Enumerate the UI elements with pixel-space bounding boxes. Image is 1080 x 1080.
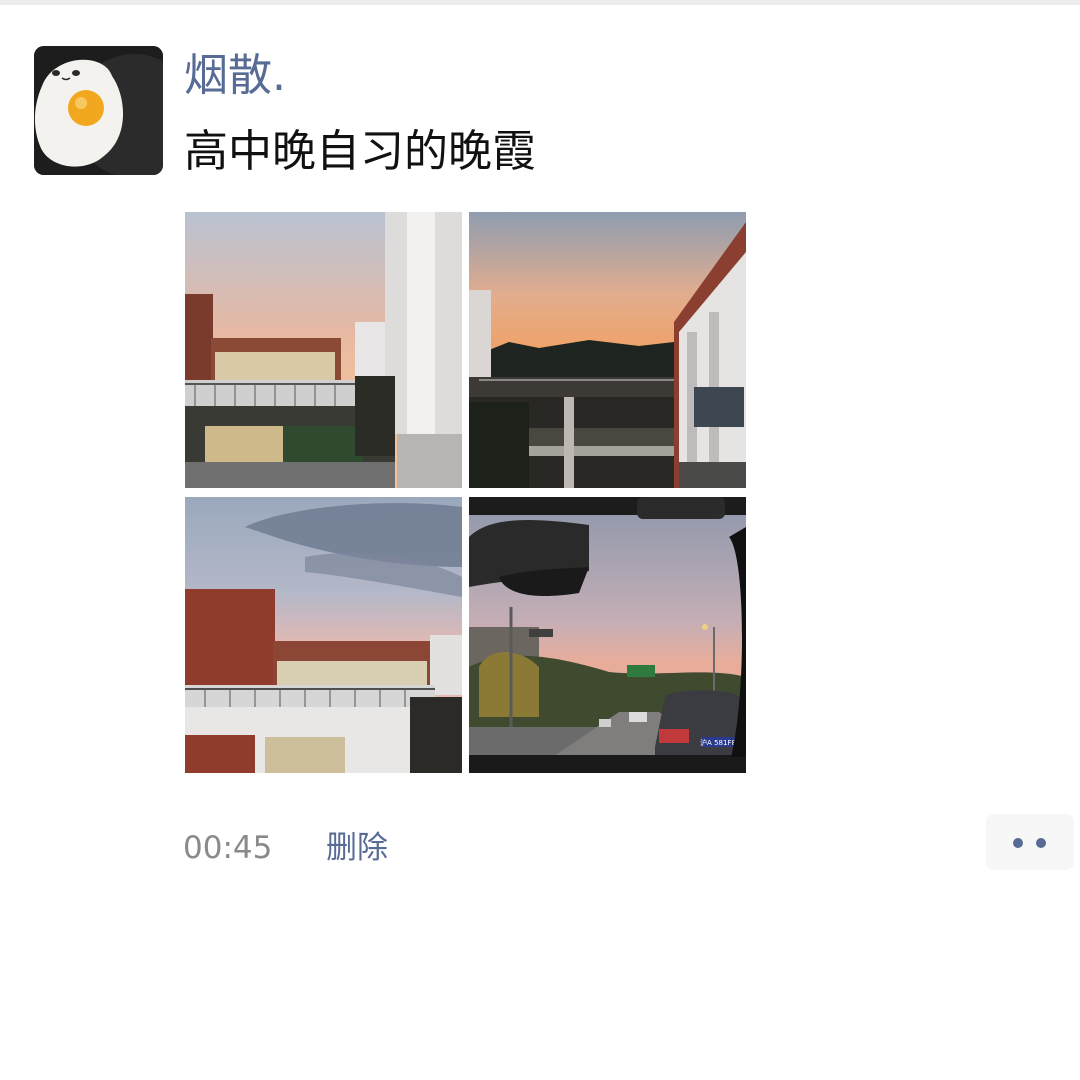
delete-button[interactable]: 删除	[326, 826, 388, 870]
photo-sunset-school-corridor[interactable]	[469, 212, 746, 488]
avatar[interactable]	[34, 46, 163, 175]
photo-sunset-school-balcony-2[interactable]	[185, 497, 462, 773]
photo-sunset-road-from-car[interactable]: 沪A 581F8	[469, 497, 746, 773]
more-dots-icon	[1036, 838, 1046, 848]
photo-grid: 沪A 581F8	[185, 212, 746, 773]
fried-egg-avatar-icon	[34, 46, 163, 175]
author-name[interactable]: 烟散.	[184, 48, 286, 104]
post-text: 高中晚自习的晚霞	[184, 126, 536, 177]
license-plate-text: 沪A 581F8	[700, 738, 736, 747]
photo-sunset-school-balcony-1[interactable]	[185, 212, 462, 488]
top-divider	[0, 0, 1080, 5]
post-time: 00:45	[183, 830, 273, 866]
more-dots-icon	[1013, 838, 1023, 848]
more-options-button[interactable]	[986, 814, 1074, 870]
